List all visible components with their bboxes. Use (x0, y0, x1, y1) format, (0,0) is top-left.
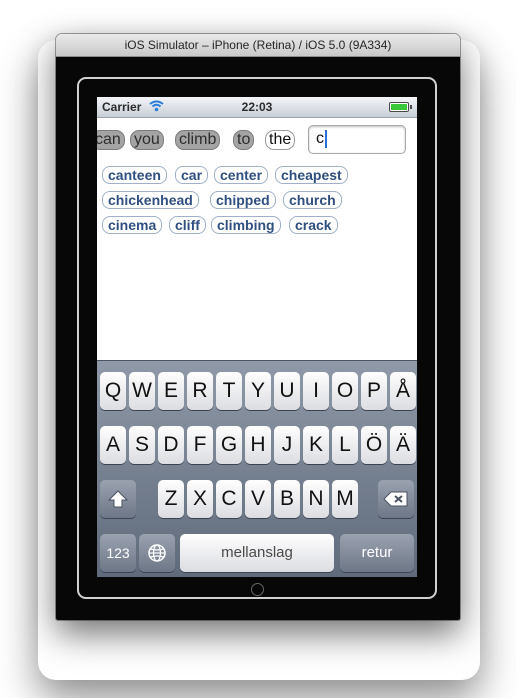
simulator-window: iOS Simulator – iPhone (Retina) / iOS 5.… (56, 34, 460, 620)
key-y[interactable]: Y (245, 372, 271, 410)
key-q[interactable]: Q (100, 372, 126, 410)
space-key[interactable]: mellanslag (180, 534, 334, 572)
backspace-icon (383, 487, 409, 510)
return-key[interactable]: retur (340, 534, 414, 572)
globe-key[interactable] (139, 534, 175, 572)
suggestion-chip[interactable]: chickenhead (102, 191, 199, 209)
key-s[interactable]: S (129, 426, 155, 464)
shift-arrow-icon (107, 487, 129, 510)
suggestion-chip[interactable]: cinema (102, 216, 163, 234)
word-token[interactable]: can (97, 130, 125, 150)
word-input-field[interactable]: c (308, 125, 406, 154)
suggestion-chip[interactable]: climbing (211, 216, 281, 234)
key-h[interactable]: H (245, 426, 271, 464)
key-e[interactable]: E (158, 372, 184, 410)
device-screen: Carrier 22:03 can you climb to the c can… (97, 97, 417, 577)
text-caret (325, 130, 327, 148)
suggestion-chip[interactable]: crack (289, 216, 338, 234)
input-value: c (316, 130, 324, 147)
key-å[interactable]: Å (390, 372, 416, 410)
key-v[interactable]: V (245, 480, 271, 518)
key-b[interactable]: B (274, 480, 300, 518)
key-p[interactable]: P (361, 372, 387, 410)
suggestion-chip[interactable]: canteen (102, 166, 167, 184)
window-title: iOS Simulator – iPhone (Retina) / iOS 5.… (56, 34, 460, 57)
key-u[interactable]: U (274, 372, 300, 410)
home-button[interactable] (251, 583, 264, 596)
word-token[interactable]: you (130, 130, 164, 150)
battery-icon (389, 102, 412, 112)
shift-key[interactable] (100, 480, 136, 518)
suggestion-chip[interactable]: car (175, 166, 209, 184)
key-z[interactable]: Z (158, 480, 184, 518)
key-l[interactable]: L (332, 426, 358, 464)
suggestion-chip[interactable]: church (283, 191, 342, 209)
key-j[interactable]: J (274, 426, 300, 464)
key-m[interactable]: M (332, 480, 358, 518)
sentence-bar: can you climb to the c (97, 117, 417, 161)
key-a[interactable]: A (100, 426, 126, 464)
key-n[interactable]: N (303, 480, 329, 518)
key-o[interactable]: O (332, 372, 358, 410)
key-w[interactable]: W (129, 372, 155, 410)
key-ö[interactable]: Ö (361, 426, 387, 464)
globe-icon (147, 541, 167, 564)
key-i[interactable]: I (303, 372, 329, 410)
key-d[interactable]: D (158, 426, 184, 464)
word-token[interactable]: to (233, 130, 255, 150)
device-body: Carrier 22:03 can you climb to the c can… (56, 57, 460, 620)
keyboard: QWERTYUIOPÅ ASDFGHJKLÖÄ ZXCVBNM 123 mell… (97, 360, 417, 577)
key-k[interactable]: K (303, 426, 329, 464)
backspace-key[interactable] (378, 480, 414, 518)
key-t[interactable]: T (216, 372, 242, 410)
suggestion-chip[interactable]: cheapest (275, 166, 348, 184)
suggestion-chip[interactable]: cliff (169, 216, 206, 234)
word-token[interactable]: the (265, 130, 296, 150)
word-token[interactable]: climb (175, 130, 221, 150)
key-f[interactable]: F (187, 426, 213, 464)
numbers-key[interactable]: 123 (100, 534, 136, 572)
status-bar: Carrier 22:03 (97, 97, 417, 118)
status-time: 22:03 (241, 100, 273, 114)
key-c[interactable]: C (216, 480, 242, 518)
key-g[interactable]: G (216, 426, 242, 464)
key-ä[interactable]: Ä (390, 426, 416, 464)
key-r[interactable]: R (187, 372, 213, 410)
suggestion-chip[interactable]: center (214, 166, 269, 184)
suggestion-chip[interactable]: chipped (210, 191, 276, 209)
key-x[interactable]: X (187, 480, 213, 518)
